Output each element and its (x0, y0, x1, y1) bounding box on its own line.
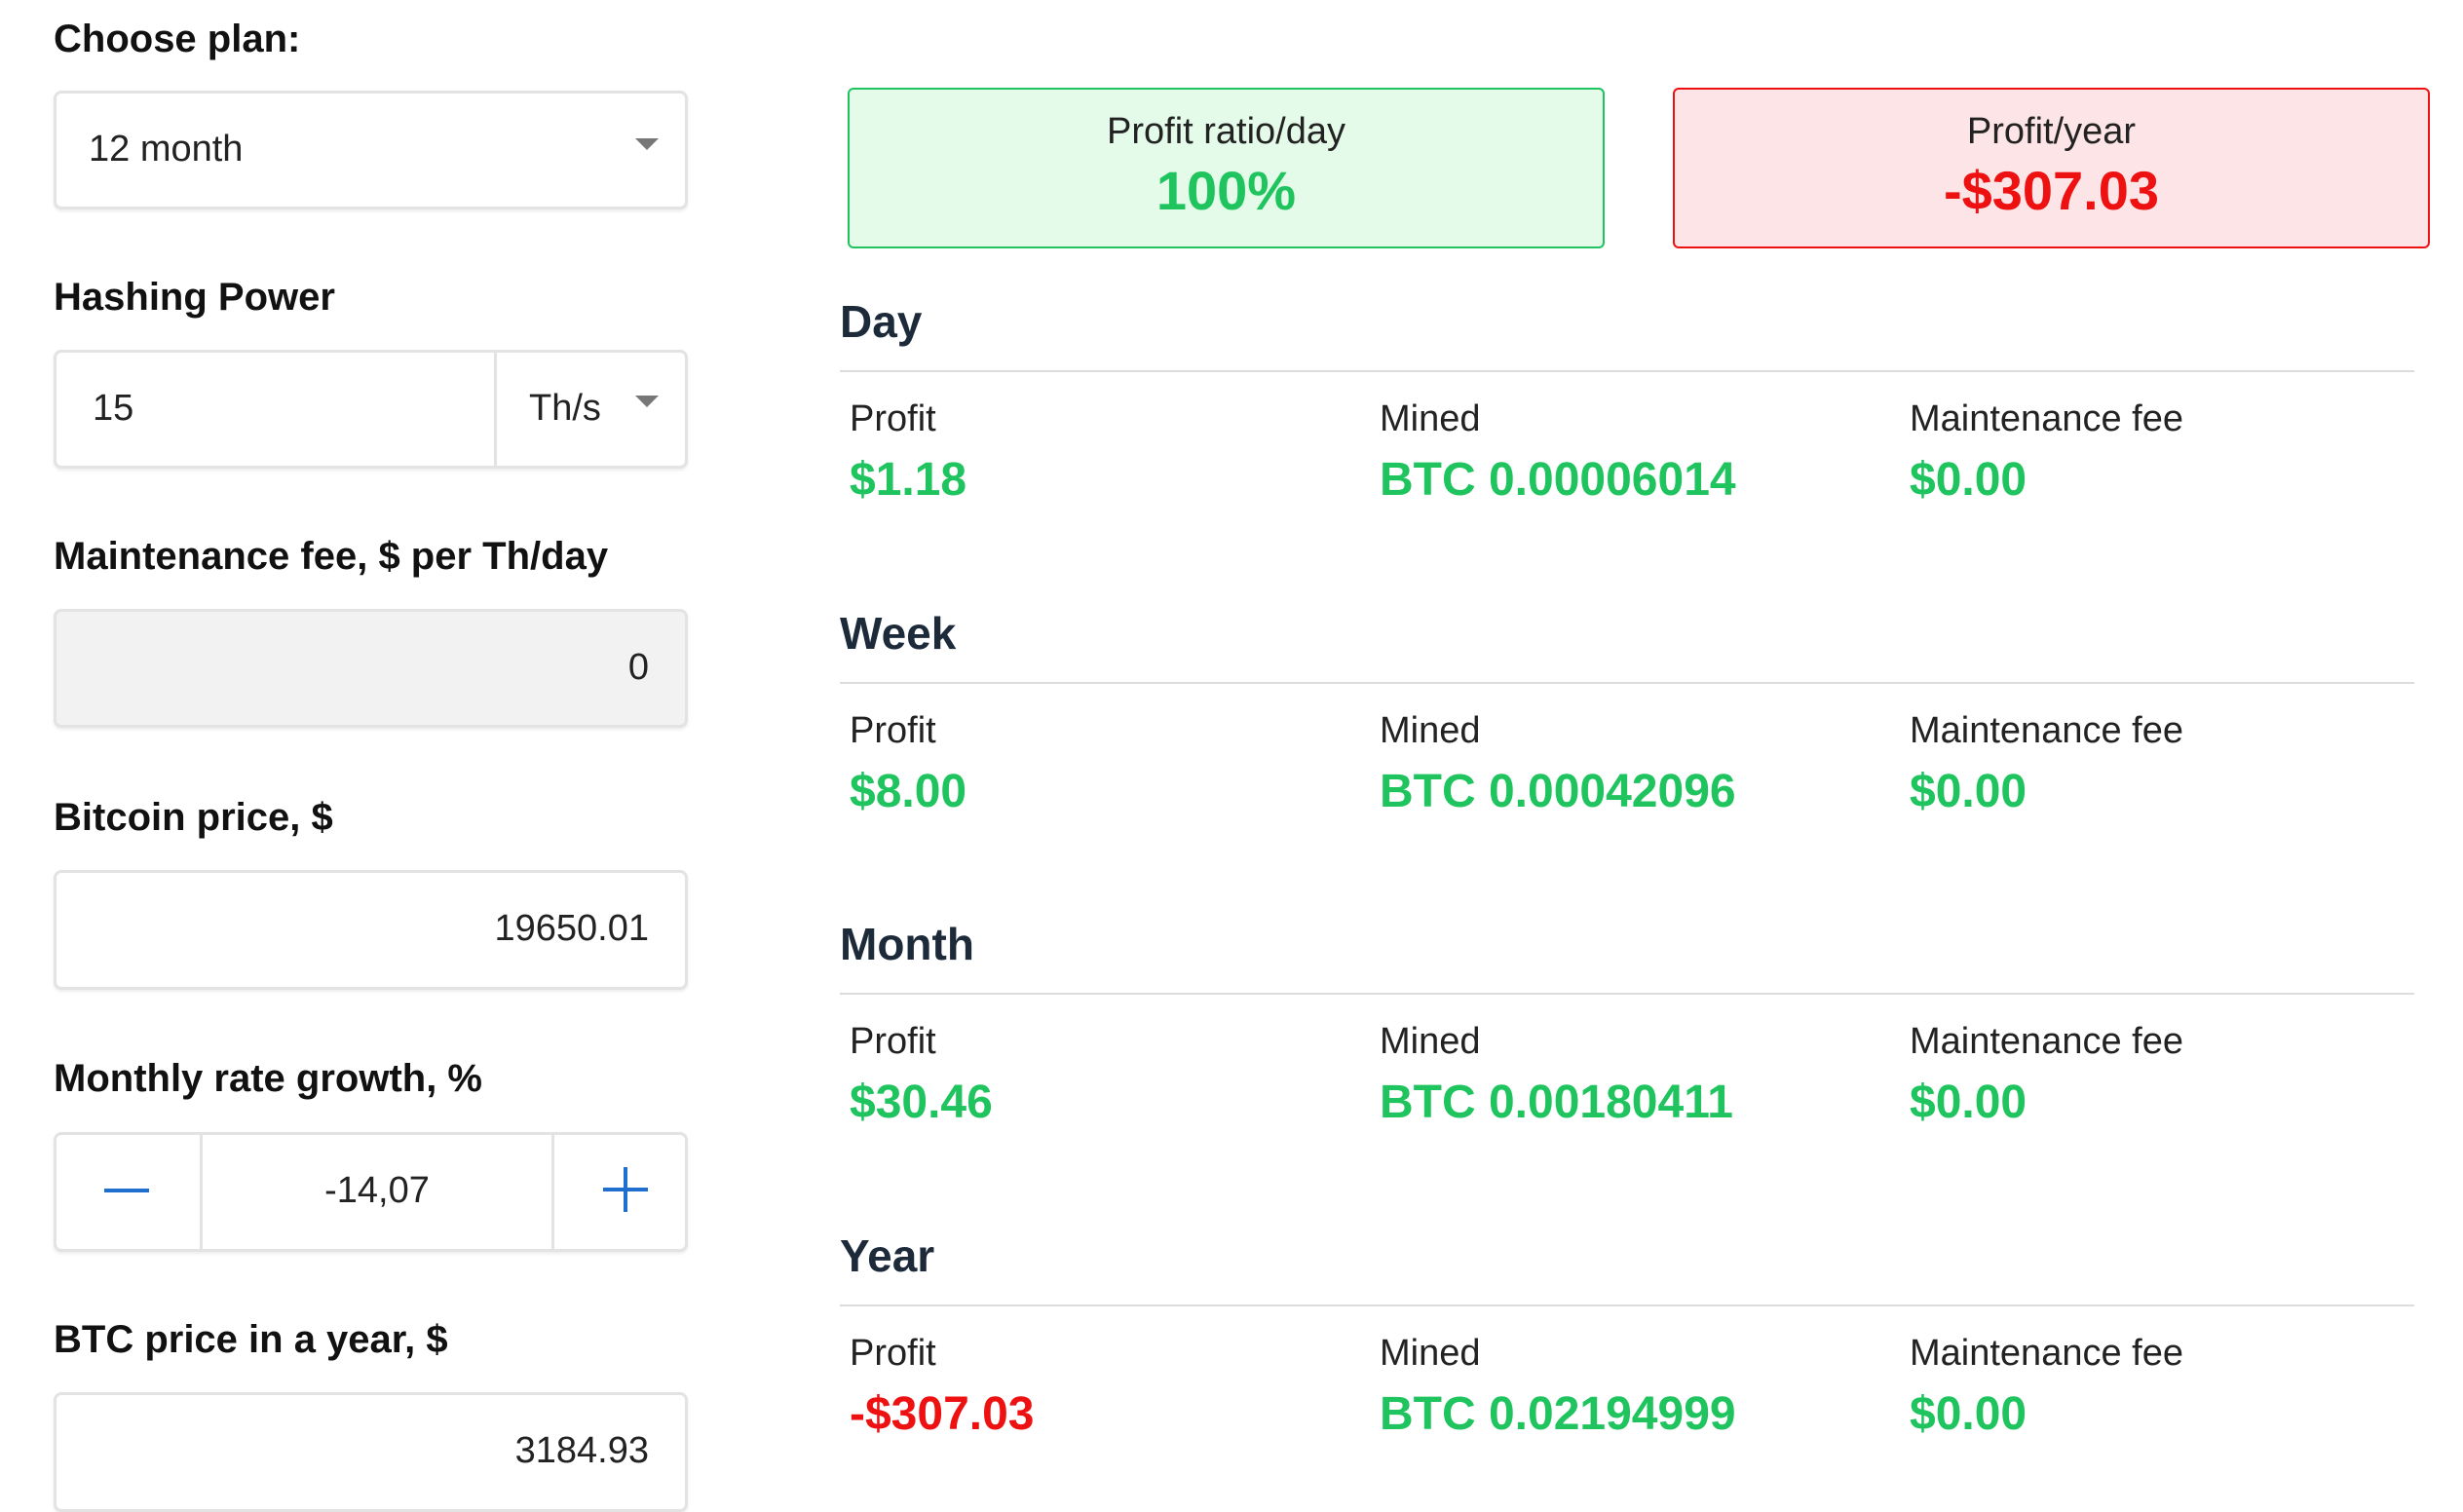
chevron-down-icon (635, 138, 659, 150)
profit-value: -$307.03 (850, 1388, 1035, 1440)
hashing-unit-value: Th/s (529, 388, 601, 429)
hashing-unit-select[interactable]: Th/s (497, 353, 685, 466)
profit-ratio-value: 100% (1156, 160, 1297, 221)
profit-year-title: Profit/year (1966, 111, 2137, 152)
divider (840, 682, 2414, 684)
hashing-power-value: 15 (93, 388, 134, 429)
btc-year-price-value: 3184.93 (514, 1430, 649, 1471)
profit-ratio-title: Profit ratio/day (1107, 111, 1345, 152)
bitcoin-price-label: Bitcoin price, $ (54, 796, 333, 839)
bitcoin-price-input[interactable]: 19650.01 (54, 870, 688, 990)
maintenance-fee-value: $0.00 (1910, 1077, 2027, 1128)
profit-value: $1.18 (850, 454, 967, 506)
monthly-growth-stepper: -14,07 (54, 1132, 688, 1252)
section-title-year: Year (840, 1230, 935, 1281)
monthly-growth-label: Monthly rate growth, % (54, 1057, 482, 1100)
hashing-power-input[interactable]: 15 (57, 353, 494, 466)
minus-icon (104, 1189, 149, 1192)
profit-label: Profit (850, 1333, 936, 1374)
plan-select-value: 12 month (89, 129, 244, 170)
section-title-week: Week (840, 608, 957, 659)
mined-value: BTC 0.02194999 (1380, 1388, 1736, 1440)
maintenance-fee-label: Maintenance fee (1910, 1333, 2183, 1374)
btc-year-price-label: BTC price in a year, $ (54, 1318, 448, 1361)
mined-label: Mined (1380, 710, 1481, 751)
mined-value: BTC 0.00006014 (1380, 454, 1736, 506)
profit-value: $30.46 (850, 1077, 993, 1128)
maintenance-fee-label: Maintenance fee (1910, 398, 2183, 439)
plan-label: Choose plan: (54, 18, 301, 60)
bitcoin-price-value: 19650.01 (494, 908, 650, 949)
hashing-power-group: 15 Th/s (54, 350, 688, 469)
profit-value: $8.00 (850, 766, 967, 817)
maintenance-fee-value: $0.00 (1910, 1388, 2027, 1440)
profit-label: Profit (850, 398, 936, 439)
section-title-day: Day (840, 296, 923, 347)
profit-label: Profit (850, 710, 936, 751)
profit-label: Profit (850, 1021, 936, 1062)
divider (840, 1304, 2414, 1306)
mined-value: BTC 0.00180411 (1380, 1077, 1733, 1128)
btc-year-price-input: 3184.93 (54, 1392, 688, 1512)
mined-label: Mined (1380, 1333, 1481, 1374)
mined-value: BTC 0.00042096 (1380, 766, 1736, 817)
monthly-growth-value: -14,07 (324, 1170, 430, 1211)
mined-label: Mined (1380, 1021, 1481, 1062)
section-title-month: Month (840, 919, 974, 969)
chevron-down-icon (635, 396, 659, 407)
profit-year-value: -$307.03 (1943, 160, 2160, 221)
maintenance-fee-input: 0 (54, 609, 688, 728)
monthly-growth-input[interactable]: -14,07 (203, 1135, 551, 1249)
profit-year-card: Profit/year -$307.03 (1673, 88, 2430, 248)
maintenance-fee-value: 0 (627, 647, 649, 688)
divider (840, 993, 2414, 995)
maintenance-fee-label: Maintenance fee, $ per Th/day (54, 535, 609, 578)
divider (840, 370, 2414, 372)
mined-label: Mined (1380, 398, 1481, 439)
maintenance-fee-value: $0.00 (1910, 454, 2027, 506)
increment-button[interactable] (554, 1135, 685, 1249)
maintenance-fee-value: $0.00 (1910, 766, 2027, 817)
plan-select[interactable]: 12 month (54, 91, 688, 209)
profit-ratio-card: Profit ratio/day 100% (848, 88, 1605, 248)
hashing-power-label: Hashing Power (54, 276, 335, 319)
decrement-button[interactable] (57, 1135, 200, 1249)
maintenance-fee-label: Maintenance fee (1910, 1021, 2183, 1062)
maintenance-fee-label: Maintenance fee (1910, 710, 2183, 751)
